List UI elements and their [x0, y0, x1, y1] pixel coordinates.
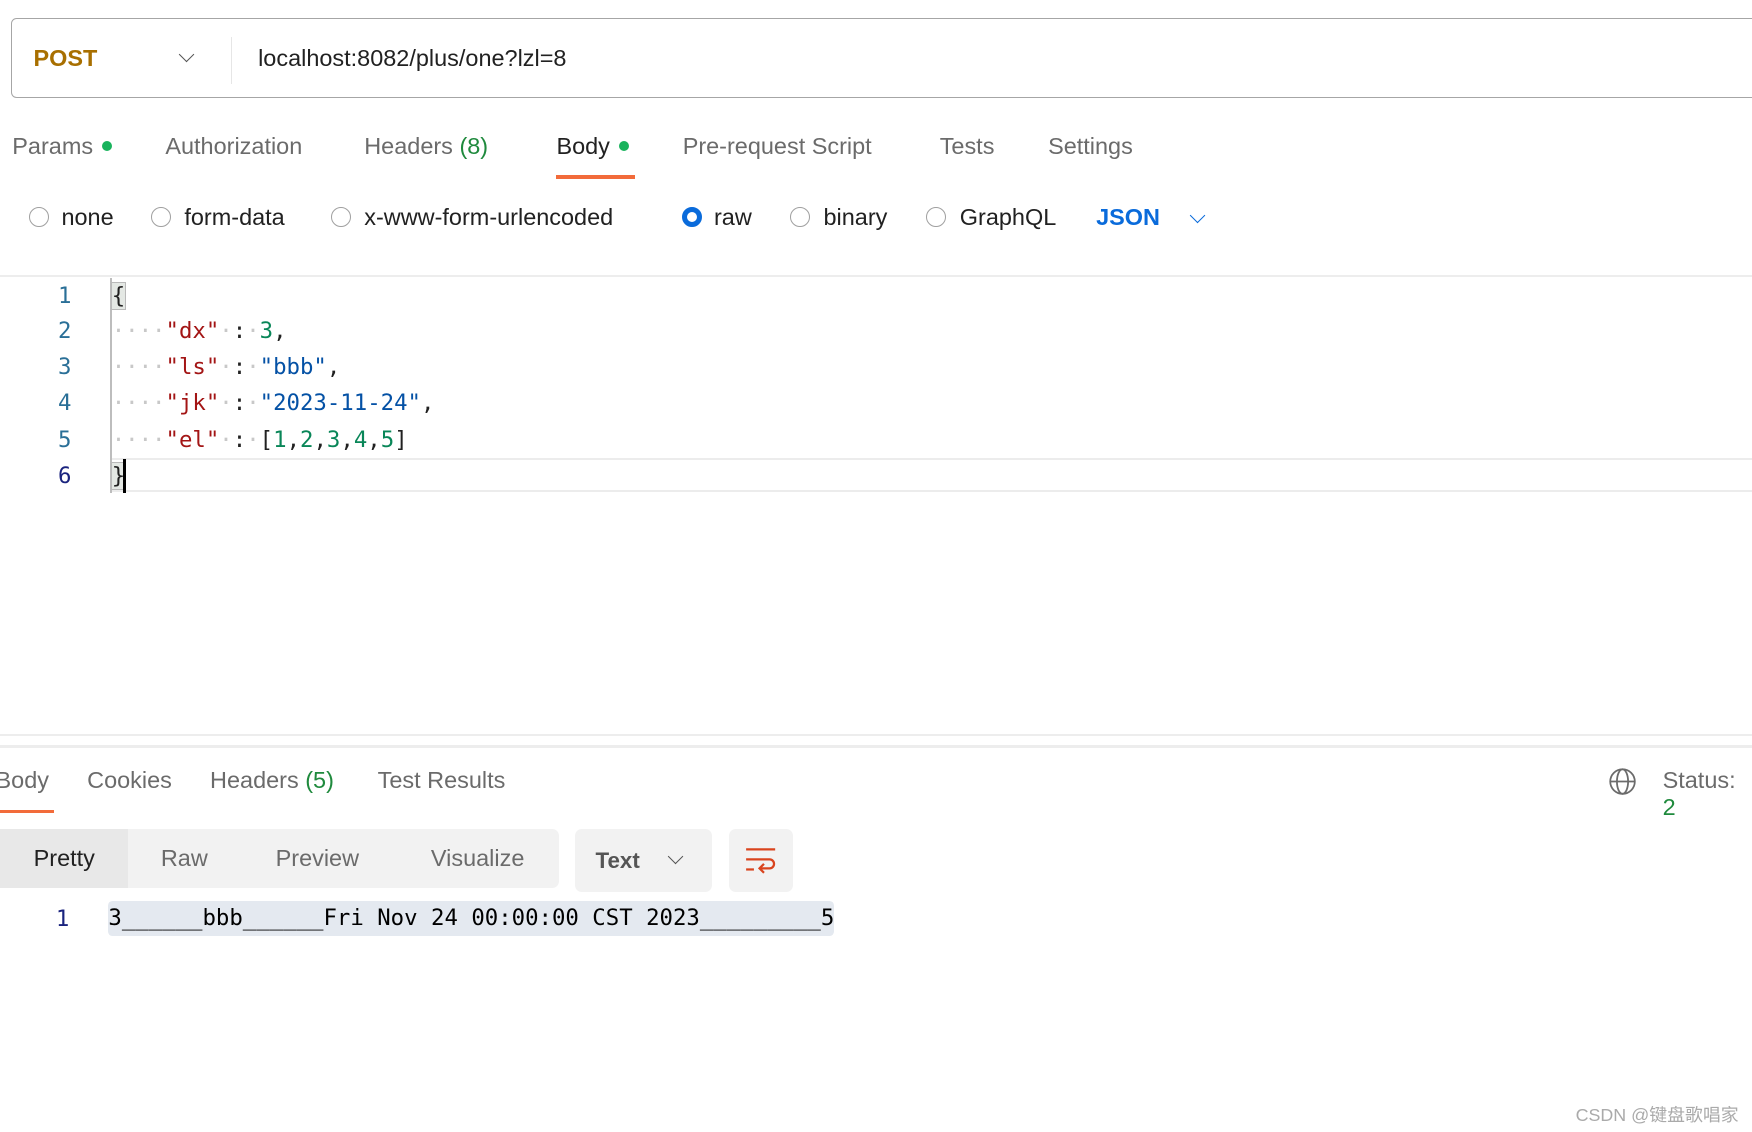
radio-label-graphql[interactable]: GraphQL: [960, 204, 1056, 231]
status-dot: [102, 140, 113, 151]
line-number: 5: [58, 426, 72, 453]
tab-count: (8): [459, 132, 489, 159]
url-input[interactable]: localhost:8082/plus/one?lzl=8: [258, 45, 566, 72]
active-tab-indicator: [556, 175, 635, 179]
tab-headers[interactable]: Headers (8): [364, 133, 488, 160]
status-dot: [618, 140, 629, 151]
view-pretty[interactable]: Pretty: [0, 829, 129, 889]
status-code: 2: [1662, 793, 1676, 820]
divider: [0, 274, 1752, 278]
watermark: CSDN @键盘歌唱家: [1575, 1104, 1739, 1125]
pane-divider[interactable]: [0, 734, 1752, 737]
json-value: "2023-11-24": [259, 389, 421, 416]
text-cursor: [122, 459, 127, 493]
tab-settings[interactable]: Settings: [1048, 133, 1133, 160]
active-line-highlight: [111, 458, 1752, 492]
code-line[interactable]: ····"dx"·:·3,: [112, 318, 287, 344]
status-label: Status: 2: [1663, 767, 1752, 821]
json-number: 2: [300, 426, 314, 453]
status-text: Status:: [1662, 766, 1736, 793]
radio-none[interactable]: [29, 206, 50, 227]
radio-label-binary[interactable]: binary: [823, 204, 887, 231]
active-tab-indicator: [0, 810, 54, 814]
json-value: "bbb": [259, 354, 327, 381]
response-tab-cookies[interactable]: Cookies: [87, 767, 172, 794]
divider: [0, 745, 1752, 748]
radio-label-none[interactable]: none: [61, 204, 113, 231]
code-line[interactable]: ····"jk"·:·"2023-11-24",: [112, 390, 435, 416]
radio-binary[interactable]: [789, 206, 811, 227]
json-key: "ls": [165, 354, 220, 381]
tab-body[interactable]: Body: [556, 132, 629, 160]
radio-label-form-data[interactable]: form-data: [184, 204, 284, 231]
radio-form-data[interactable]: [150, 206, 171, 227]
chevron-down-icon[interactable]: [1189, 207, 1206, 224]
tab-authorization[interactable]: Authorization: [165, 133, 302, 160]
code-open-brace[interactable]: {: [110, 281, 127, 310]
radio-x-www-form-urlencoded[interactable]: [330, 206, 351, 227]
response-output[interactable]: 3______bbb______Fri Nov 24 00:00:00 CST …: [108, 900, 835, 937]
wrap-lines-icon: [746, 848, 776, 874]
comma: ,: [273, 318, 287, 345]
postman-window: POST localhost:8082/plus/one?lzl=8 Param…: [0, 0, 1752, 1132]
view-preview[interactable]: Preview: [257, 829, 378, 888]
line-number: 1: [58, 282, 72, 309]
tab-label: Body: [556, 132, 610, 159]
json-key: "jk": [165, 389, 220, 416]
json-number: 1: [273, 426, 287, 453]
response-format-select[interactable]: Text: [575, 829, 712, 892]
radio-label-urlencoded[interactable]: x-www-form-urlencoded: [364, 204, 613, 231]
tab-pre-request-script[interactable]: Pre-request Script: [683, 133, 872, 160]
json-key: "el": [165, 426, 220, 453]
radio-label-raw[interactable]: raw: [714, 204, 752, 231]
chevron-down-icon: [668, 849, 684, 865]
json-number: 3: [326, 426, 341, 453]
line-number: 1: [55, 906, 70, 933]
divider: [231, 36, 233, 84]
response-tab-body[interactable]: Body: [0, 767, 49, 794]
tab-tests[interactable]: Tests: [940, 133, 995, 160]
tab-count: (5): [305, 766, 334, 793]
json-key: "dx": [165, 318, 220, 345]
format-select[interactable]: JSON: [1096, 204, 1160, 231]
radio-raw[interactable]: [681, 206, 702, 227]
globe-icon[interactable]: [1608, 767, 1637, 796]
view-raw[interactable]: Raw: [140, 829, 229, 888]
line-number: 3: [58, 354, 72, 381]
line-number: 6: [58, 462, 72, 489]
comma: ,: [326, 354, 341, 381]
json-value: 3: [259, 318, 274, 345]
json-number: 4: [353, 426, 368, 453]
tab-label: Headers: [210, 766, 299, 793]
method-select[interactable]: POST: [34, 45, 98, 72]
tab-params[interactable]: Params: [12, 132, 113, 160]
response-tab-headers[interactable]: Headers (5): [210, 767, 334, 794]
line-number: 2: [58, 318, 72, 345]
code-line[interactable]: ····"ls"·:·"bbb",: [112, 354, 341, 380]
code-line[interactable]: ····"el"·:·[1,2,3,4,5]: [112, 427, 408, 453]
radio-graphql[interactable]: [926, 206, 947, 227]
response-tab-test-results[interactable]: Test Results: [378, 767, 506, 794]
tab-label: Params: [12, 132, 94, 159]
line-number: 4: [58, 389, 72, 416]
tab-label: Headers: [364, 132, 453, 159]
format-label: Text: [595, 848, 640, 874]
view-visualize[interactable]: Visualize: [413, 829, 541, 888]
wrap-lines-button[interactable]: [728, 829, 794, 892]
json-number: 5: [380, 426, 395, 453]
comma: ,: [420, 389, 435, 416]
